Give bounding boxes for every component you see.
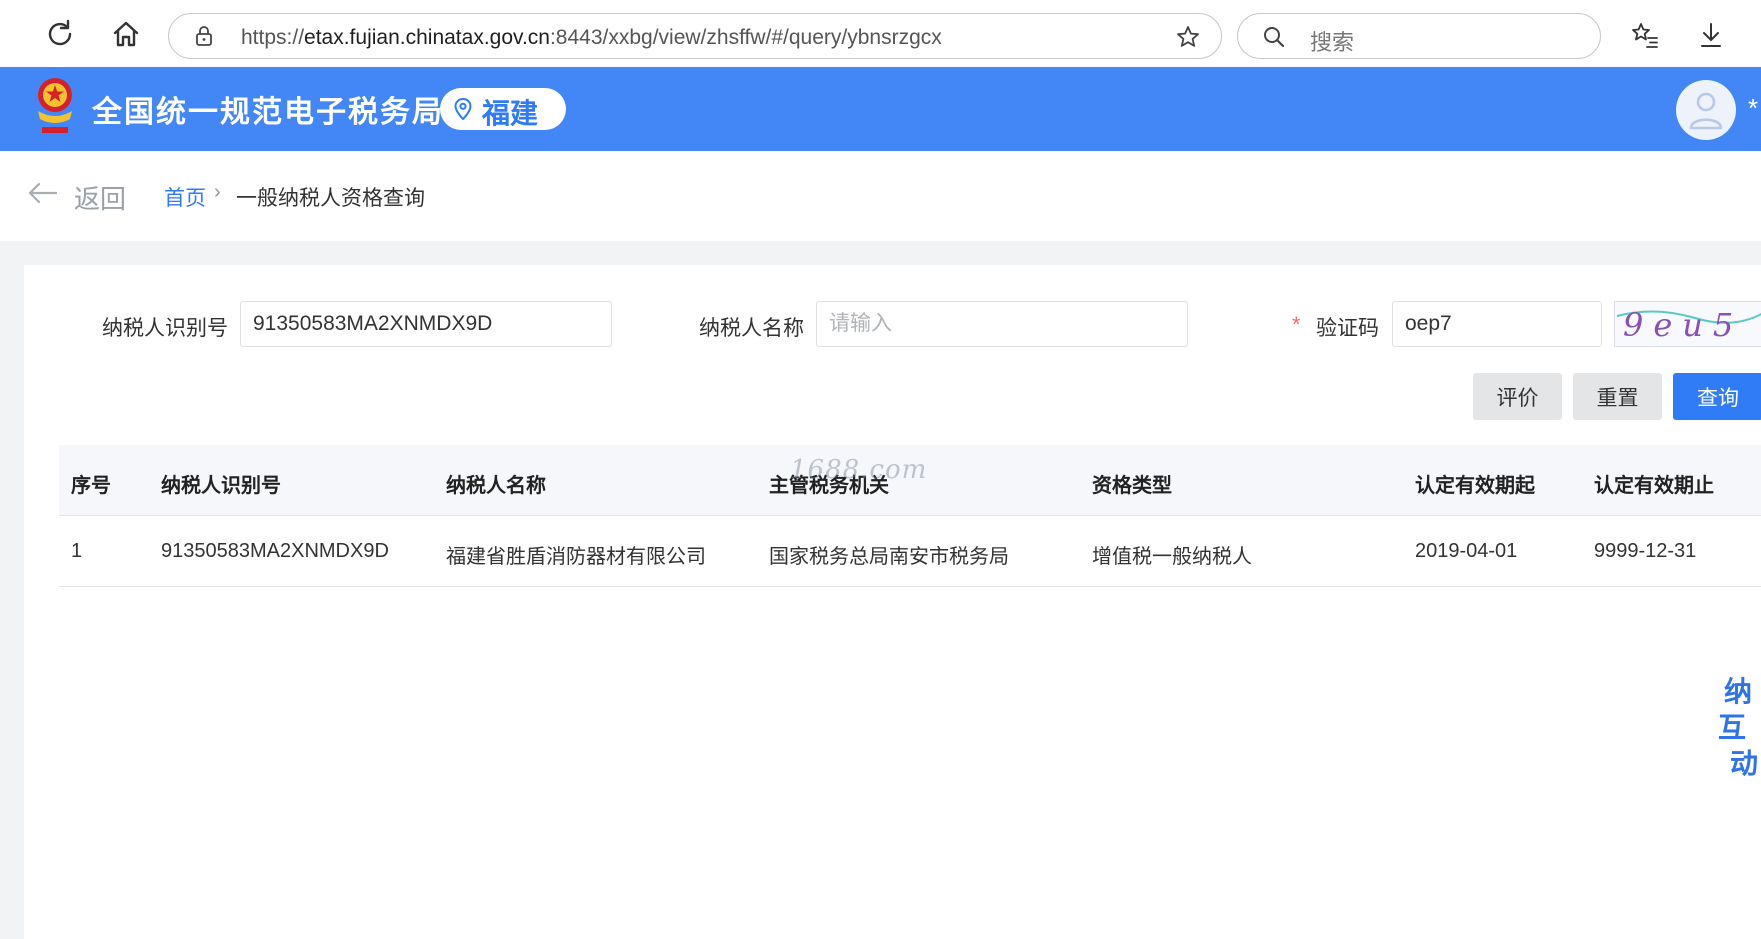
taxpayer-name-input[interactable]	[816, 301, 1188, 347]
breadcrumb-separator: ›	[214, 181, 221, 203]
breadcrumb-current: 一般纳税人资格查询	[236, 187, 425, 210]
breadcrumb: 返回 首页 › 一般纳税人资格查询	[0, 151, 1761, 241]
taxpayer-name-label: 纳税人名称	[699, 317, 804, 340]
float-char-2: 互	[1718, 712, 1747, 743]
cell-valid-from: 2019-04-01	[1415, 540, 1518, 562]
back-arrow-icon[interactable]	[28, 182, 58, 204]
search-placeholder: 搜索	[1310, 30, 1355, 55]
float-char-3: 动	[1730, 748, 1759, 779]
col-valid-to: 认定有效期止	[1594, 475, 1714, 497]
required-mark: *	[1292, 312, 1301, 337]
cell-tax-authority: 国家税务总局南安市税务局	[769, 546, 1009, 568]
lock-icon[interactable]	[193, 25, 215, 47]
col-index: 序号	[71, 475, 111, 497]
cell-qualification: 增值税一般纳税人	[1092, 546, 1252, 568]
region-selector[interactable]: 福建	[440, 88, 566, 130]
captcha-image[interactable]: 9eu5	[1614, 301, 1761, 347]
table-row[interactable]: 1 91350583MA2XNMDX9D 福建省胜盾消防器材有限公司 国家税务总…	[59, 516, 1761, 587]
cell-taxpayer-id: 91350583MA2XNMDX9D	[161, 540, 389, 562]
reset-button[interactable]: 重置	[1573, 373, 1662, 420]
captcha-input[interactable]	[1392, 301, 1602, 347]
watermark: 1688.com	[790, 455, 928, 485]
query-card: 纳税人识别号 纳税人名称 * 验证码 9eu5 评价 重置 查询 序号 纳税人识…	[24, 265, 1761, 939]
taxpayer-id-label: 纳税人识别号	[102, 317, 228, 340]
breadcrumb-home-link[interactable]: 首页	[164, 182, 206, 212]
float-char-1: 纳	[1724, 676, 1753, 707]
tax-emblem-icon	[38, 78, 72, 133]
col-taxpayer-name: 纳税人名称	[446, 475, 546, 497]
header-extra-mark: *	[1748, 93, 1759, 123]
search-icon	[1264, 27, 1285, 48]
captcha-label: 验证码	[1316, 317, 1379, 340]
cell-valid-to: 9999-12-31	[1594, 540, 1697, 562]
rate-button[interactable]: 评价	[1473, 373, 1562, 420]
download-icon[interactable]	[1696, 20, 1726, 50]
browser-search-box[interactable]: 搜索	[1237, 13, 1601, 59]
site-title[interactable]: 全国统一规范电子税务局	[92, 87, 444, 131]
region-label: 福建	[482, 98, 539, 129]
cell-index: 1	[71, 540, 83, 562]
reload-icon[interactable]	[44, 18, 76, 50]
cell-taxpayer-name: 福建省胜盾消防器材有限公司	[446, 546, 706, 568]
app-header: 全国统一规范电子税务局 福建 *	[0, 67, 1761, 151]
address-bar[interactable]: https://etax.fujian.chinatax.gov.cn:8443…	[168, 13, 1222, 59]
user-icon	[1689, 92, 1723, 130]
interaction-float-widget[interactable]: 纳 互 动	[1716, 670, 1761, 790]
query-button[interactable]: 查询	[1673, 373, 1761, 420]
back-button[interactable]: 返回	[74, 179, 126, 216]
browser-toolbar: https://etax.fujian.chinatax.gov.cn:8443…	[0, 0, 1761, 68]
col-taxpayer-id: 纳税人识别号	[161, 475, 281, 497]
home-icon[interactable]	[110, 18, 142, 50]
user-avatar[interactable]	[1676, 80, 1736, 140]
col-valid-from: 认定有效期起	[1415, 475, 1535, 497]
favorites-icon[interactable]	[1630, 20, 1660, 50]
url-text[interactable]: https://etax.fujian.chinatax.gov.cn:8443…	[241, 26, 942, 50]
taxpayer-id-input[interactable]	[240, 301, 612, 347]
star-icon[interactable]	[1175, 24, 1201, 50]
location-pin-icon	[454, 98, 472, 120]
captcha-text: 9eu5	[1623, 306, 1743, 344]
col-qualification: 资格类型	[1092, 475, 1172, 497]
